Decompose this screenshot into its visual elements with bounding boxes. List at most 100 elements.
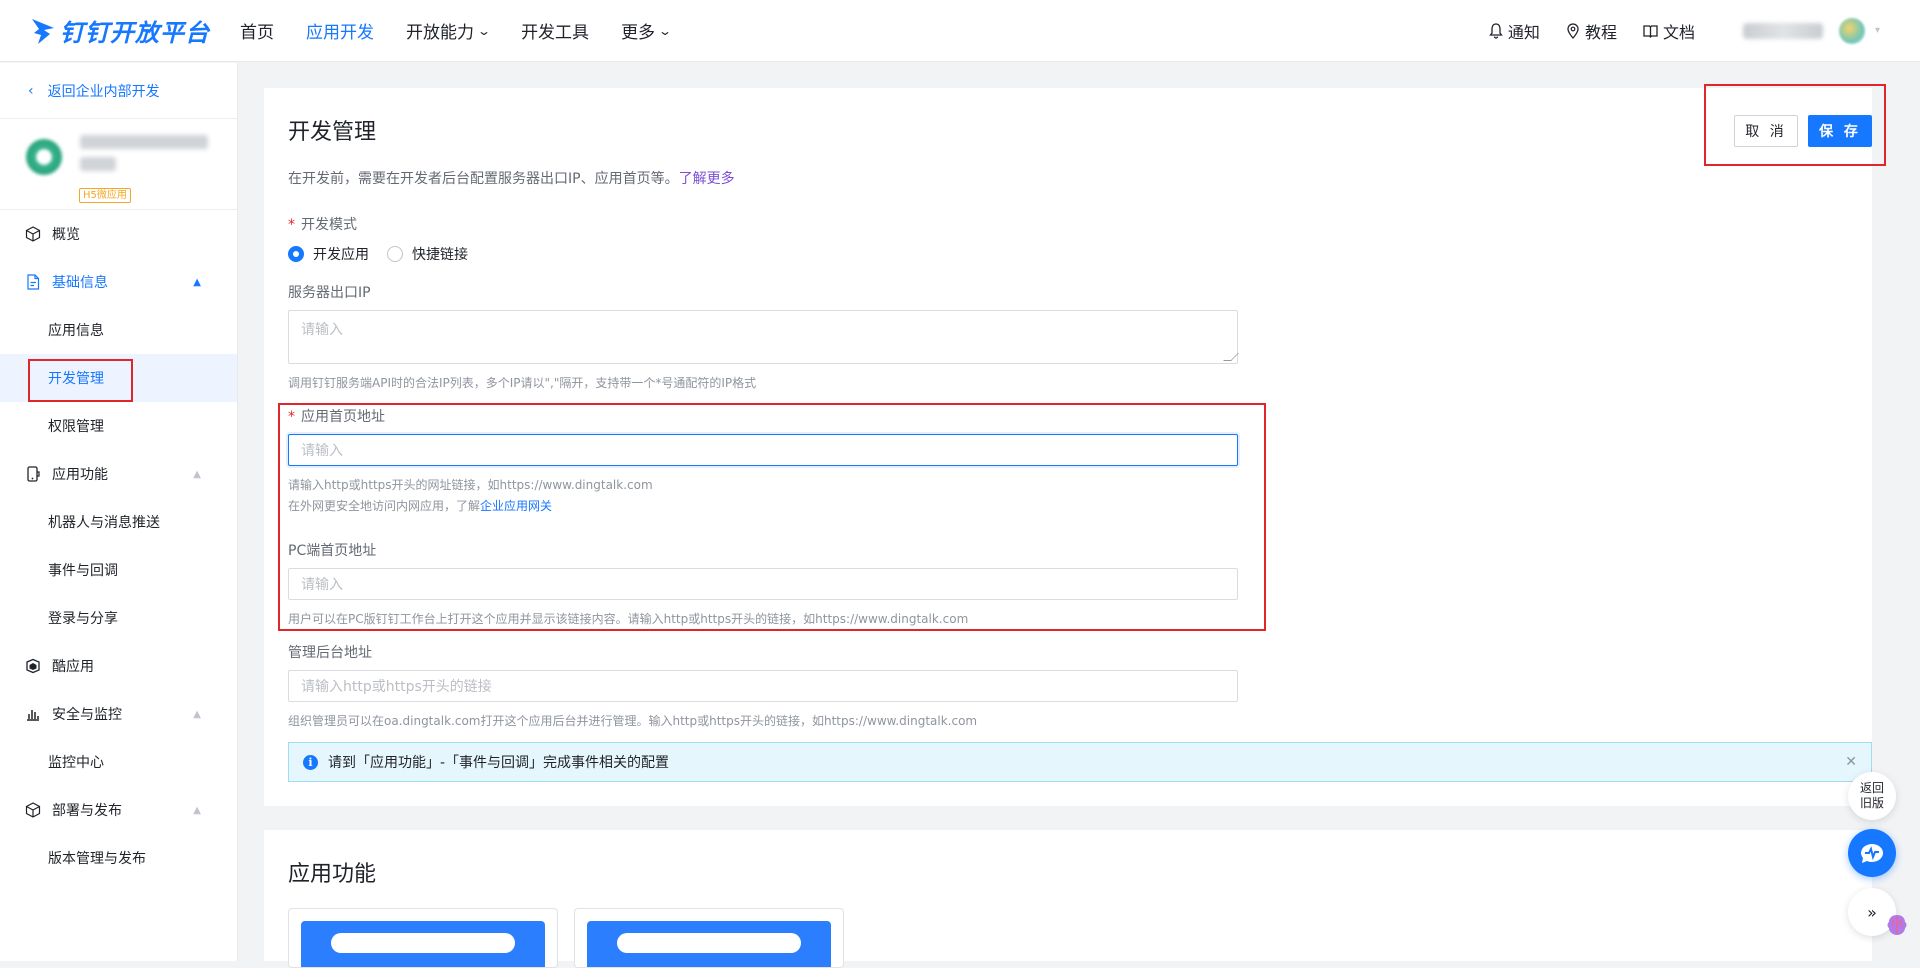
dev-mode-radio-group: 开发应用 快捷链接 xyxy=(288,244,486,264)
server-ip-textarea[interactable]: 请输入 xyxy=(288,310,1239,364)
back-link-label: 返回企业内部开发 xyxy=(47,83,160,100)
mobile-icon xyxy=(24,465,42,483)
book-icon xyxy=(1643,24,1658,38)
page-description: 在开发前，需要在开发者后台配置服务器出口IP、应用首页等。了解更多 xyxy=(288,168,735,188)
sidebar-item-cool-app[interactable]: 酷应用 xyxy=(0,642,237,690)
homepage-url-label: * 应用首页地址 xyxy=(288,406,385,426)
feature-card-pill xyxy=(617,933,801,953)
gateway-hint: 在外网更安全地访问内网应用，了解企业应用网关 xyxy=(288,497,552,514)
sidebar-item-deploy-publish[interactable]: 部署与发布 ▲ xyxy=(0,786,237,834)
dev-mode-label-text: 开发模式 xyxy=(301,217,357,233)
chevron-left-icon: ‹ xyxy=(28,82,34,99)
radio-dev-app-label[interactable]: 开发应用 xyxy=(313,244,369,264)
nav-more[interactable]: 更多 ⌄ xyxy=(621,18,672,43)
radio-quick-link-label[interactable]: 快捷链接 xyxy=(412,244,468,264)
pc-homepage-label: PC端首页地址 xyxy=(288,543,377,559)
gateway-hint-text: 在外网更安全地访问内网应用，了解 xyxy=(288,499,481,513)
return-old-version-button[interactable]: 返回 旧版 xyxy=(1848,772,1896,820)
document-icon xyxy=(24,273,42,291)
organization-name-blurred[interactable] xyxy=(1742,22,1823,39)
package-icon xyxy=(24,801,42,819)
sidebar-item-dev-management[interactable]: 开发管理 xyxy=(0,354,237,402)
avatar[interactable] xyxy=(1838,17,1865,44)
docs-label: 文档 xyxy=(1662,22,1695,42)
admin-url-label: 管理后台地址 xyxy=(288,645,372,661)
chevron-down-icon: ⌄ xyxy=(476,23,492,38)
feature-card[interactable] xyxy=(574,908,844,968)
chat-bubble-icon xyxy=(1861,843,1883,863)
sidebar-item-label: 酷应用 xyxy=(52,659,94,675)
sidebar-item-version-management[interactable]: 版本管理与发布 xyxy=(0,834,237,882)
main-nav: 首页 应用开发 开放能力 ⌄ 开发工具 更多 ⌄ xyxy=(240,18,702,43)
required-asterisk: * xyxy=(288,217,295,233)
sidebar-item-login-share[interactable]: 登录与分享 xyxy=(0,594,237,642)
radio-dev-app[interactable] xyxy=(288,246,304,262)
bar-chart-icon xyxy=(24,705,42,723)
dingtalk-logo-icon xyxy=(32,18,54,44)
bell-icon xyxy=(1489,22,1503,39)
radio-quick-link[interactable] xyxy=(387,246,403,262)
sidebar-item-security-monitoring[interactable]: 安全与监控 ▲ xyxy=(0,690,237,738)
enterprise-gateway-link[interactable]: 企业应用网关 xyxy=(480,499,552,513)
save-button[interactable]: 保 存 xyxy=(1808,115,1872,147)
sidebar-item-label: 应用信息 xyxy=(48,323,104,339)
return-old-version-label: 返回 旧版 xyxy=(1859,781,1884,810)
header-actions: 通知 教程 文档 ▾ xyxy=(1463,17,1880,44)
sidebar-item-label: 机器人与消息推送 xyxy=(48,515,160,531)
admin-url-input[interactable]: 请输入http或https开头的链接 xyxy=(288,670,1238,702)
nav-home-label: 首页 xyxy=(240,23,274,43)
description-text: 在开发前，需要在开发者后台配置服务器出口IP、应用首页等。 xyxy=(288,171,679,187)
nav-dev-tools[interactable]: 开发工具 xyxy=(521,18,589,43)
pc-homepage-hint: 用户可以在PC版钉钉工作台上打开这个应用并显示该链接内容。请输入http或htt… xyxy=(288,612,969,626)
sidebar-item-label: 登录与分享 xyxy=(48,611,118,627)
sidebar-item-label: 监控中心 xyxy=(48,755,104,771)
feature-card[interactable] xyxy=(288,908,558,968)
sidebar-item-app-features[interactable]: 应用功能 ▲ xyxy=(0,450,237,498)
app-icon xyxy=(26,139,62,175)
cube-icon xyxy=(24,225,42,243)
dev-mode-label: * 开发模式 xyxy=(288,214,357,234)
sidebar-item-label: 权限管理 xyxy=(48,419,104,435)
section-title: 应用功能 xyxy=(288,862,377,887)
learn-more-link[interactable]: 了解更多 xyxy=(679,171,735,187)
close-icon[interactable]: ✕ xyxy=(1845,754,1857,770)
tutorial-link[interactable]: 教程 xyxy=(1566,19,1617,43)
top-navigation-bar: 钉钉开放平台 首页 应用开发 开放能力 ⌄ 开发工具 更多 ⌄ 通知 教程 文档 ▾ xyxy=(0,0,1920,62)
sidebar-item-permissions[interactable]: 权限管理 xyxy=(0,402,237,450)
notify-link[interactable]: 通知 xyxy=(1489,19,1540,43)
highlight-box xyxy=(28,359,133,402)
nav-home[interactable]: 首页 xyxy=(240,18,274,43)
server-ip-placeholder: 请输入 xyxy=(301,322,343,338)
back-to-enterprise-dev-link[interactable]: ‹ 返回企业内部开发 xyxy=(0,63,237,119)
logo-text: 钉钉开放平台 xyxy=(60,19,210,47)
sidebar-item-overview[interactable]: 概览 xyxy=(0,210,237,258)
notify-label: 通知 xyxy=(1507,22,1540,42)
logo[interactable]: 钉钉开放平台 xyxy=(30,13,210,48)
sidebar-item-app-info[interactable]: 应用信息 xyxy=(0,306,237,354)
homepage-url-input[interactable]: 请输入 xyxy=(288,434,1238,466)
server-ip-label: 服务器出口IP xyxy=(288,285,371,301)
homepage-url-hint: 请输入http或https开头的网址链接，如https://www.dingta… xyxy=(288,478,653,492)
admin-url-hint: 组织管理员可以在oa.dingtalk.com打开这个应用后台并进行管理。输入h… xyxy=(288,714,978,728)
sidebar-item-label: 基础信息 xyxy=(52,275,108,291)
chevron-down-icon[interactable]: ▾ xyxy=(1875,25,1880,36)
admin-url-placeholder: 请输入http或https开头的链接 xyxy=(301,679,492,695)
brain-icon[interactable] xyxy=(1884,912,1910,938)
sidebar-item-basic-info[interactable]: 基础信息 ▲ xyxy=(0,258,237,306)
docs-link[interactable]: 文档 xyxy=(1643,19,1695,43)
cancel-button[interactable]: 取 消 xyxy=(1734,115,1798,147)
sidebar-item-monitoring-center[interactable]: 监控中心 xyxy=(0,738,237,786)
pc-homepage-input[interactable]: 请输入 xyxy=(288,568,1238,600)
nav-app-dev-label: 应用开发 xyxy=(306,23,374,43)
cool-app-icon xyxy=(24,657,42,675)
sidebar-item-label: 应用功能 xyxy=(52,467,108,483)
ai-assistant-button[interactable] xyxy=(1848,829,1896,877)
nav-app-dev[interactable]: 应用开发 xyxy=(306,18,374,43)
sidebar-item-robot-messages[interactable]: 机器人与消息推送 xyxy=(0,498,237,546)
sidebar-item-events-callbacks[interactable]: 事件与回调 xyxy=(0,546,237,594)
nav-dev-tools-label: 开发工具 xyxy=(521,23,590,43)
caret-up-icon: ▲ xyxy=(193,468,201,480)
nav-open-capabilities[interactable]: 开放能力 ⌄ xyxy=(406,18,492,43)
resize-handle-icon[interactable] xyxy=(1223,353,1239,361)
sidebar-item-label: 部署与发布 xyxy=(52,803,122,819)
